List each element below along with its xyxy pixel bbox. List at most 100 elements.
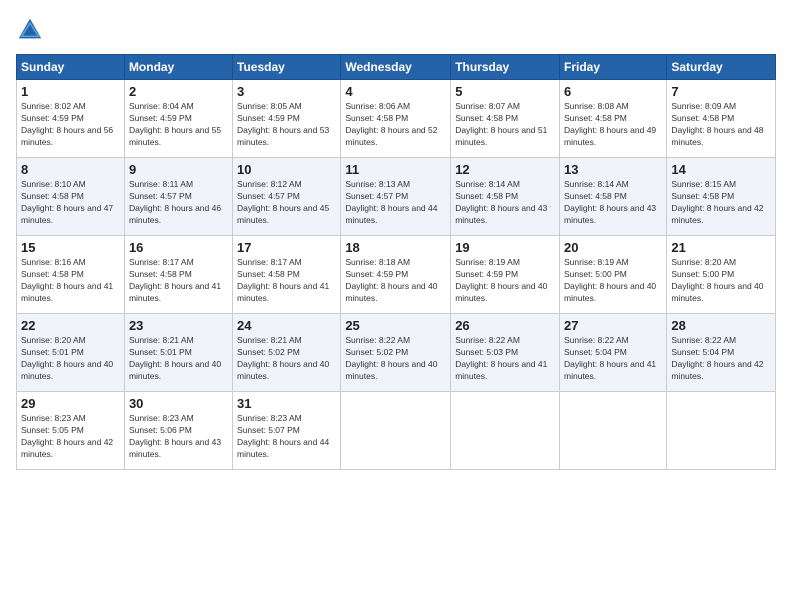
day-number: 22	[21, 318, 120, 333]
calendar-header-row: SundayMondayTuesdayWednesdayThursdayFrid…	[17, 55, 776, 80]
logo-icon	[16, 16, 44, 44]
day-number: 23	[129, 318, 228, 333]
calendar-week-2: 8 Sunrise: 8:10 AM Sunset: 4:58 PM Dayli…	[17, 158, 776, 236]
day-info: Sunrise: 8:16 AM Sunset: 4:58 PM Dayligh…	[21, 257, 120, 305]
calendar-cell: 17 Sunrise: 8:17 AM Sunset: 4:58 PM Dayl…	[233, 236, 341, 314]
calendar-table: SundayMondayTuesdayWednesdayThursdayFrid…	[16, 54, 776, 470]
day-number: 17	[237, 240, 336, 255]
calendar-cell: 29 Sunrise: 8:23 AM Sunset: 5:05 PM Dayl…	[17, 392, 125, 470]
day-info: Sunrise: 8:22 AM Sunset: 5:04 PM Dayligh…	[564, 335, 662, 383]
weekday-header-friday: Friday	[560, 55, 667, 80]
calendar-cell: 9 Sunrise: 8:11 AM Sunset: 4:57 PM Dayli…	[124, 158, 232, 236]
weekday-header-sunday: Sunday	[17, 55, 125, 80]
calendar-cell: 12 Sunrise: 8:14 AM Sunset: 4:58 PM Dayl…	[451, 158, 560, 236]
calendar-cell: 24 Sunrise: 8:21 AM Sunset: 5:02 PM Dayl…	[233, 314, 341, 392]
day-info: Sunrise: 8:02 AM Sunset: 4:59 PM Dayligh…	[21, 101, 120, 149]
day-info: Sunrise: 8:15 AM Sunset: 4:58 PM Dayligh…	[671, 179, 771, 227]
calendar-cell: 21 Sunrise: 8:20 AM Sunset: 5:00 PM Dayl…	[667, 236, 776, 314]
calendar-cell: 25 Sunrise: 8:22 AM Sunset: 5:02 PM Dayl…	[341, 314, 451, 392]
calendar-cell: 28 Sunrise: 8:22 AM Sunset: 5:04 PM Dayl…	[667, 314, 776, 392]
day-info: Sunrise: 8:20 AM Sunset: 5:01 PM Dayligh…	[21, 335, 120, 383]
day-info: Sunrise: 8:07 AM Sunset: 4:58 PM Dayligh…	[455, 101, 555, 149]
calendar-cell: 7 Sunrise: 8:09 AM Sunset: 4:58 PM Dayli…	[667, 80, 776, 158]
day-number: 25	[345, 318, 446, 333]
calendar-week-1: 1 Sunrise: 8:02 AM Sunset: 4:59 PM Dayli…	[17, 80, 776, 158]
day-number: 5	[455, 84, 555, 99]
day-number: 14	[671, 162, 771, 177]
day-info: Sunrise: 8:22 AM Sunset: 5:02 PM Dayligh…	[345, 335, 446, 383]
day-info: Sunrise: 8:13 AM Sunset: 4:57 PM Dayligh…	[345, 179, 446, 227]
calendar-cell: 13 Sunrise: 8:14 AM Sunset: 4:58 PM Dayl…	[560, 158, 667, 236]
day-number: 30	[129, 396, 228, 411]
day-info: Sunrise: 8:11 AM Sunset: 4:57 PM Dayligh…	[129, 179, 228, 227]
day-info: Sunrise: 8:23 AM Sunset: 5:07 PM Dayligh…	[237, 413, 336, 461]
calendar-cell: 11 Sunrise: 8:13 AM Sunset: 4:57 PM Dayl…	[341, 158, 451, 236]
calendar-cell: 16 Sunrise: 8:17 AM Sunset: 4:58 PM Dayl…	[124, 236, 232, 314]
day-info: Sunrise: 8:21 AM Sunset: 5:01 PM Dayligh…	[129, 335, 228, 383]
day-number: 8	[21, 162, 120, 177]
day-number: 16	[129, 240, 228, 255]
day-info: Sunrise: 8:20 AM Sunset: 5:00 PM Dayligh…	[671, 257, 771, 305]
day-info: Sunrise: 8:14 AM Sunset: 4:58 PM Dayligh…	[455, 179, 555, 227]
day-number: 10	[237, 162, 336, 177]
weekday-header-tuesday: Tuesday	[233, 55, 341, 80]
day-number: 24	[237, 318, 336, 333]
calendar-cell	[560, 392, 667, 470]
calendar-cell: 3 Sunrise: 8:05 AM Sunset: 4:59 PM Dayli…	[233, 80, 341, 158]
day-number: 6	[564, 84, 662, 99]
weekday-header-monday: Monday	[124, 55, 232, 80]
day-number: 15	[21, 240, 120, 255]
calendar-cell: 10 Sunrise: 8:12 AM Sunset: 4:57 PM Dayl…	[233, 158, 341, 236]
day-info: Sunrise: 8:17 AM Sunset: 4:58 PM Dayligh…	[237, 257, 336, 305]
day-info: Sunrise: 8:10 AM Sunset: 4:58 PM Dayligh…	[21, 179, 120, 227]
calendar-cell	[451, 392, 560, 470]
day-number: 13	[564, 162, 662, 177]
day-number: 27	[564, 318, 662, 333]
header	[16, 16, 776, 44]
calendar-cell: 4 Sunrise: 8:06 AM Sunset: 4:58 PM Dayli…	[341, 80, 451, 158]
calendar-cell: 30 Sunrise: 8:23 AM Sunset: 5:06 PM Dayl…	[124, 392, 232, 470]
day-number: 2	[129, 84, 228, 99]
day-number: 9	[129, 162, 228, 177]
calendar-cell	[341, 392, 451, 470]
calendar-cell: 8 Sunrise: 8:10 AM Sunset: 4:58 PM Dayli…	[17, 158, 125, 236]
calendar-cell: 22 Sunrise: 8:20 AM Sunset: 5:01 PM Dayl…	[17, 314, 125, 392]
day-info: Sunrise: 8:23 AM Sunset: 5:06 PM Dayligh…	[129, 413, 228, 461]
calendar-week-4: 22 Sunrise: 8:20 AM Sunset: 5:01 PM Dayl…	[17, 314, 776, 392]
logo	[16, 16, 48, 44]
page: SundayMondayTuesdayWednesdayThursdayFrid…	[0, 0, 792, 612]
day-info: Sunrise: 8:06 AM Sunset: 4:58 PM Dayligh…	[345, 101, 446, 149]
weekday-header-saturday: Saturday	[667, 55, 776, 80]
calendar-cell: 5 Sunrise: 8:07 AM Sunset: 4:58 PM Dayli…	[451, 80, 560, 158]
weekday-header-thursday: Thursday	[451, 55, 560, 80]
calendar-cell: 20 Sunrise: 8:19 AM Sunset: 5:00 PM Dayl…	[560, 236, 667, 314]
calendar-cell: 26 Sunrise: 8:22 AM Sunset: 5:03 PM Dayl…	[451, 314, 560, 392]
day-number: 7	[671, 84, 771, 99]
calendar-week-3: 15 Sunrise: 8:16 AM Sunset: 4:58 PM Dayl…	[17, 236, 776, 314]
calendar-cell: 18 Sunrise: 8:18 AM Sunset: 4:59 PM Dayl…	[341, 236, 451, 314]
day-number: 21	[671, 240, 771, 255]
calendar-cell: 14 Sunrise: 8:15 AM Sunset: 4:58 PM Dayl…	[667, 158, 776, 236]
day-number: 1	[21, 84, 120, 99]
calendar-cell: 23 Sunrise: 8:21 AM Sunset: 5:01 PM Dayl…	[124, 314, 232, 392]
day-number: 29	[21, 396, 120, 411]
calendar-cell: 15 Sunrise: 8:16 AM Sunset: 4:58 PM Dayl…	[17, 236, 125, 314]
day-info: Sunrise: 8:08 AM Sunset: 4:58 PM Dayligh…	[564, 101, 662, 149]
day-number: 19	[455, 240, 555, 255]
calendar-cell	[667, 392, 776, 470]
calendar-cell: 2 Sunrise: 8:04 AM Sunset: 4:59 PM Dayli…	[124, 80, 232, 158]
calendar-cell: 27 Sunrise: 8:22 AM Sunset: 5:04 PM Dayl…	[560, 314, 667, 392]
day-number: 12	[455, 162, 555, 177]
day-number: 26	[455, 318, 555, 333]
day-info: Sunrise: 8:12 AM Sunset: 4:57 PM Dayligh…	[237, 179, 336, 227]
calendar-cell: 19 Sunrise: 8:19 AM Sunset: 4:59 PM Dayl…	[451, 236, 560, 314]
day-info: Sunrise: 8:14 AM Sunset: 4:58 PM Dayligh…	[564, 179, 662, 227]
day-info: Sunrise: 8:18 AM Sunset: 4:59 PM Dayligh…	[345, 257, 446, 305]
calendar-week-5: 29 Sunrise: 8:23 AM Sunset: 5:05 PM Dayl…	[17, 392, 776, 470]
weekday-header-wednesday: Wednesday	[341, 55, 451, 80]
day-number: 28	[671, 318, 771, 333]
calendar-cell: 6 Sunrise: 8:08 AM Sunset: 4:58 PM Dayli…	[560, 80, 667, 158]
calendar-cell: 1 Sunrise: 8:02 AM Sunset: 4:59 PM Dayli…	[17, 80, 125, 158]
day-info: Sunrise: 8:19 AM Sunset: 5:00 PM Dayligh…	[564, 257, 662, 305]
day-number: 31	[237, 396, 336, 411]
